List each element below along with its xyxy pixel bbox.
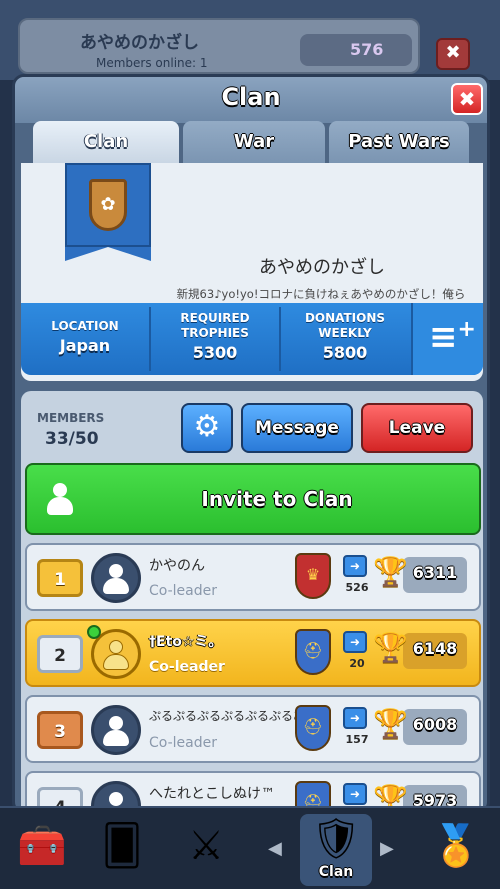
league-helmet-icon: ⛑ (295, 629, 331, 675)
members-panel: MEMBERS 33/50 ⚙ Message Leave Invite to … (21, 391, 483, 811)
nav-battle[interactable]: ⚔ (170, 814, 242, 886)
clan-badge-banner-tail (65, 247, 151, 261)
member-trophies: 6148 (412, 639, 458, 658)
clan-info-card: ✿ 🏆 576 あやめのかざし 新規63♪yo!yo!コロナに負けねぇあやめのか… (21, 163, 483, 381)
dialog-title: Clan (221, 83, 281, 111)
crossed-swords-icon: ⚔ (188, 823, 224, 869)
avatar (91, 705, 141, 755)
stat-required-trophies: REQUIRED TROPHIES 5300 (151, 311, 279, 367)
member-trophies: 6311 (412, 563, 458, 582)
stat-location-label: LOCATION (51, 319, 119, 333)
member-donations: 20 (349, 657, 365, 670)
member-role: Co-leader (149, 583, 217, 599)
member-rank: 3 (37, 711, 83, 749)
gear-icon: ⚙ (193, 409, 221, 444)
trophy-icon: 🏆 (373, 631, 408, 664)
laurel-icon: 🏅 (431, 823, 481, 869)
leave-button[interactable]: Leave (361, 403, 473, 453)
member-name: ぷるぷるぷるぷるぷるぷるあん (149, 709, 318, 723)
stat-donations-weekly: DONATIONS WEEKLY 5800 (281, 311, 409, 367)
trophy-icon: 🏆 (373, 555, 408, 588)
chest-icon: 🧰 (17, 823, 67, 869)
nav-clan[interactable]: 🛡 Clan (300, 814, 372, 886)
tab-past-wars[interactable]: Past Wars (329, 121, 469, 163)
members-count: 33/50 (45, 429, 99, 449)
member-row[interactable]: 3 ぷるぷるぷるぷるぷるぷるあん Co-leader ⛑ ➜ 157 🏆 600… (25, 695, 481, 763)
clan-stats-bar: LOCATION Japan REQUIRED TROPHIES 5300 DO… (21, 303, 483, 375)
member-name: †Eto☆ミ。 (149, 634, 223, 650)
member-trophies: 6008 (412, 715, 458, 734)
donation-icon: ➜ (343, 707, 367, 729)
person-icon (43, 481, 77, 515)
stat-location-value: Japan (59, 336, 111, 355)
tab-war[interactable]: War (183, 121, 325, 163)
member-row[interactable]: 1 かやのん Co-leader ♛ ➜ 526 🏆 6311 (25, 543, 481, 611)
online-indicator (87, 625, 101, 639)
clan-settings-button[interactable]: ⚙ (181, 403, 233, 453)
member-name: へたれとこしぬけ™ (149, 786, 275, 802)
member-donations: 526 (345, 581, 369, 594)
background-members-online: Members online: 1 (96, 56, 208, 70)
nav-prev-arrow-icon[interactable]: ◀ (268, 838, 282, 859)
list-add-icon: ≡+ (429, 317, 476, 357)
members-label: MEMBERS (37, 411, 105, 425)
clan-menu-button[interactable]: ≡+ (411, 303, 483, 375)
cards-icon: 🂠 (101, 823, 143, 869)
stat-donations-weekly-value: 5800 (322, 343, 368, 362)
avatar (91, 553, 141, 603)
member-rank: 2 (37, 635, 83, 673)
flower-icon: ✿ (100, 194, 116, 215)
member-donations: 157 (345, 733, 369, 746)
clan-dialog: Clan ✖ Clan War Past Wars ✿ 🏆 576 あやめのかざ… (12, 74, 490, 814)
clan-name: あやめのかざし (259, 257, 385, 278)
invite-to-clan-label: Invite to Clan (201, 487, 353, 511)
member-role: Co-leader (149, 735, 217, 751)
member-name: かやのん (149, 558, 205, 574)
background-clan-name: あやめのかざし (80, 33, 199, 53)
nav-events[interactable]: 🏅 (420, 814, 492, 886)
nav-cards[interactable]: 🂠 (86, 814, 158, 886)
trophy-icon: 🏆 (373, 707, 408, 740)
close-button[interactable]: ✖ (451, 83, 483, 115)
nav-shop[interactable]: 🧰 (6, 814, 78, 886)
nav-clan-label: Clan (318, 864, 354, 880)
invite-to-clan-button[interactable]: Invite to Clan (25, 463, 481, 535)
donation-icon: ➜ (343, 783, 367, 805)
tab-clan[interactable]: Clan (33, 121, 179, 163)
donation-icon: ➜ (343, 555, 367, 577)
member-role: Co-leader (149, 659, 225, 675)
stat-donations-weekly-label: DONATIONS WEEKLY (304, 311, 386, 340)
league-helmet-icon: ⛑ (295, 705, 331, 751)
member-row-self[interactable]: 2 †Eto☆ミ。 Co-leader ⛑ ➜ 20 🏆 6148 (25, 619, 481, 687)
bottom-navigation: 🧰 🂠 ⚔ ◀ 🛡 Clan ▶ 🏅 (0, 806, 500, 889)
background-trophy-value: 576 (350, 40, 384, 59)
nav-next-arrow-icon[interactable]: ▶ (380, 838, 394, 859)
clan-shield-icon: 🛡 (310, 816, 362, 862)
message-button[interactable]: Message (241, 403, 353, 453)
stat-location: LOCATION Japan (21, 311, 149, 367)
member-rank: 1 (37, 559, 83, 597)
league-crown-icon: ♛ (295, 553, 331, 599)
tab-clan-label: Clan (83, 131, 129, 152)
stat-required-trophies-label: REQUIRED TROPHIES (180, 311, 250, 340)
background-close-button: ✖ (436, 38, 470, 70)
stat-required-trophies-value: 5300 (192, 343, 238, 362)
donation-icon: ➜ (343, 631, 367, 653)
